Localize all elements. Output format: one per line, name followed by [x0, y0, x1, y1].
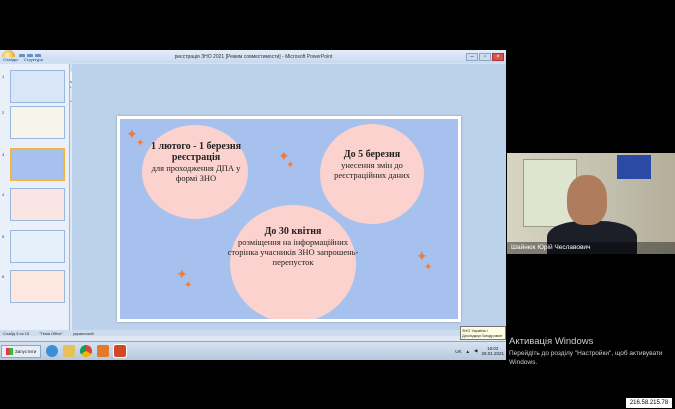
eu-flag — [617, 155, 651, 179]
status-bar: Слайд 3 из 18 "Тема Office" украинский — [0, 330, 506, 336]
restore-button[interactable]: ▫ — [479, 52, 491, 61]
blob-passes-text: До 30 квітня розміщення на інформаційних… — [218, 226, 368, 267]
changes-date: До 5 березня — [343, 149, 401, 160]
blob-changes-text: До 5 березня унесення змін до реєстрацій… — [320, 149, 424, 180]
taskbar: Запустити UK ▲ ◀ 16:02 28.01.2021 — [0, 341, 506, 360]
powerpoint-taskbar-icon[interactable] — [113, 344, 128, 358]
slide-counter: Слайд 3 из 18 — [3, 330, 30, 336]
chrome-icon[interactable] — [80, 345, 93, 357]
tab-outline[interactable]: Структура — [24, 57, 43, 64]
keyboard-language[interactable]: UK — [455, 349, 461, 354]
system-tray: UK ▲ ◀ 16:02 28.01.2021 — [455, 346, 504, 356]
ie-icon[interactable] — [46, 345, 59, 357]
windows-logo-icon — [6, 347, 13, 355]
minimize-button[interactable]: – — [466, 52, 478, 61]
slides-pane-tabs: Слайды Структура — [0, 57, 70, 64]
window-title: реєстрація ЗНО 2021 [Режим совместимости… — [174, 53, 333, 60]
sparkle-icon: ✦ — [286, 160, 295, 171]
explorer-icon[interactable] — [63, 345, 76, 357]
version-badge: 216.58.215.78 — [626, 398, 672, 408]
slide-number: 5 — [2, 234, 5, 239]
passes-date: До 30 квітня — [264, 226, 322, 237]
volume-icon[interactable]: ◀ — [474, 348, 477, 354]
blob-registration-text: 1 лютого - 1 березня реєстрація для прох… — [140, 141, 252, 183]
slide-thumbnail-1[interactable] — [10, 70, 65, 103]
sparkle-icon: ✦ — [136, 138, 145, 149]
language-indicator[interactable]: украинский — [73, 331, 94, 336]
slide-number: 1 — [2, 74, 5, 79]
title-bar: реєстрація ЗНО 2021 [Режим совместимости… — [0, 50, 506, 63]
registration-title: реєстрація — [171, 152, 221, 163]
slide-number: 3 — [2, 152, 5, 157]
network-icon[interactable]: ▲ — [466, 349, 470, 354]
slide-thumbnail-5[interactable] — [10, 230, 65, 263]
slide-thumbnail-4[interactable] — [10, 188, 65, 221]
slide-editor: 1 лютого - 1 березня реєстрація для прох… — [72, 64, 506, 336]
changes-desc: унесення змін до реєстраційних даних — [334, 160, 410, 180]
slide-number: 2 — [2, 110, 5, 115]
activation-subtitle: Перейдіть до розділу "Настройки", щоб ак… — [509, 350, 663, 366]
registration-desc: для проходження ДПА у формі ЗНО — [151, 163, 241, 183]
theme-name: "Тема Office" — [39, 330, 63, 336]
activation-title: Активація Windows — [509, 336, 594, 347]
tray-tooltip: ЗНО Україна / Досліджує Бекдромит — [460, 326, 506, 340]
windows-activation-watermark: Активація Windows Перейдіть до розділу "… — [509, 336, 675, 367]
media-icon[interactable] — [97, 345, 110, 357]
slide-thumbnail-3[interactable] — [10, 148, 65, 181]
registration-dates: 1 лютого - 1 березня — [150, 141, 242, 152]
participant-video[interactable]: Шайнюк Юрій Чеславович — [507, 153, 675, 254]
clock-date: 28.01.2021 — [481, 351, 504, 356]
slides-pane: 1 2 3 4 5 6 — [0, 64, 70, 330]
start-button[interactable]: Запустити — [1, 344, 42, 358]
sparkle-icon: ✦ — [424, 262, 433, 273]
slide-thumbnail-2[interactable] — [10, 106, 65, 139]
slide-thumbnail-6[interactable] — [10, 270, 65, 303]
sparkle-icon: ✦ — [184, 280, 193, 291]
participant-head — [567, 175, 607, 225]
close-button[interactable]: × — [492, 52, 504, 61]
slide-number: 6 — [2, 274, 5, 279]
tab-slides[interactable]: Слайды — [3, 57, 18, 64]
slide-number: 4 — [2, 192, 5, 197]
participant-name: Шайнюк Юрій Чеславович — [507, 242, 675, 254]
clock[interactable]: 16:02 28.01.2021 — [481, 346, 504, 356]
window-controls: – ▫ × — [466, 52, 504, 61]
passes-desc: розміщення на інформаційних сторінка уча… — [227, 237, 359, 267]
start-label: Запустити — [15, 348, 37, 354]
current-slide[interactable]: 1 лютого - 1 березня реєстрація для прох… — [117, 116, 461, 322]
